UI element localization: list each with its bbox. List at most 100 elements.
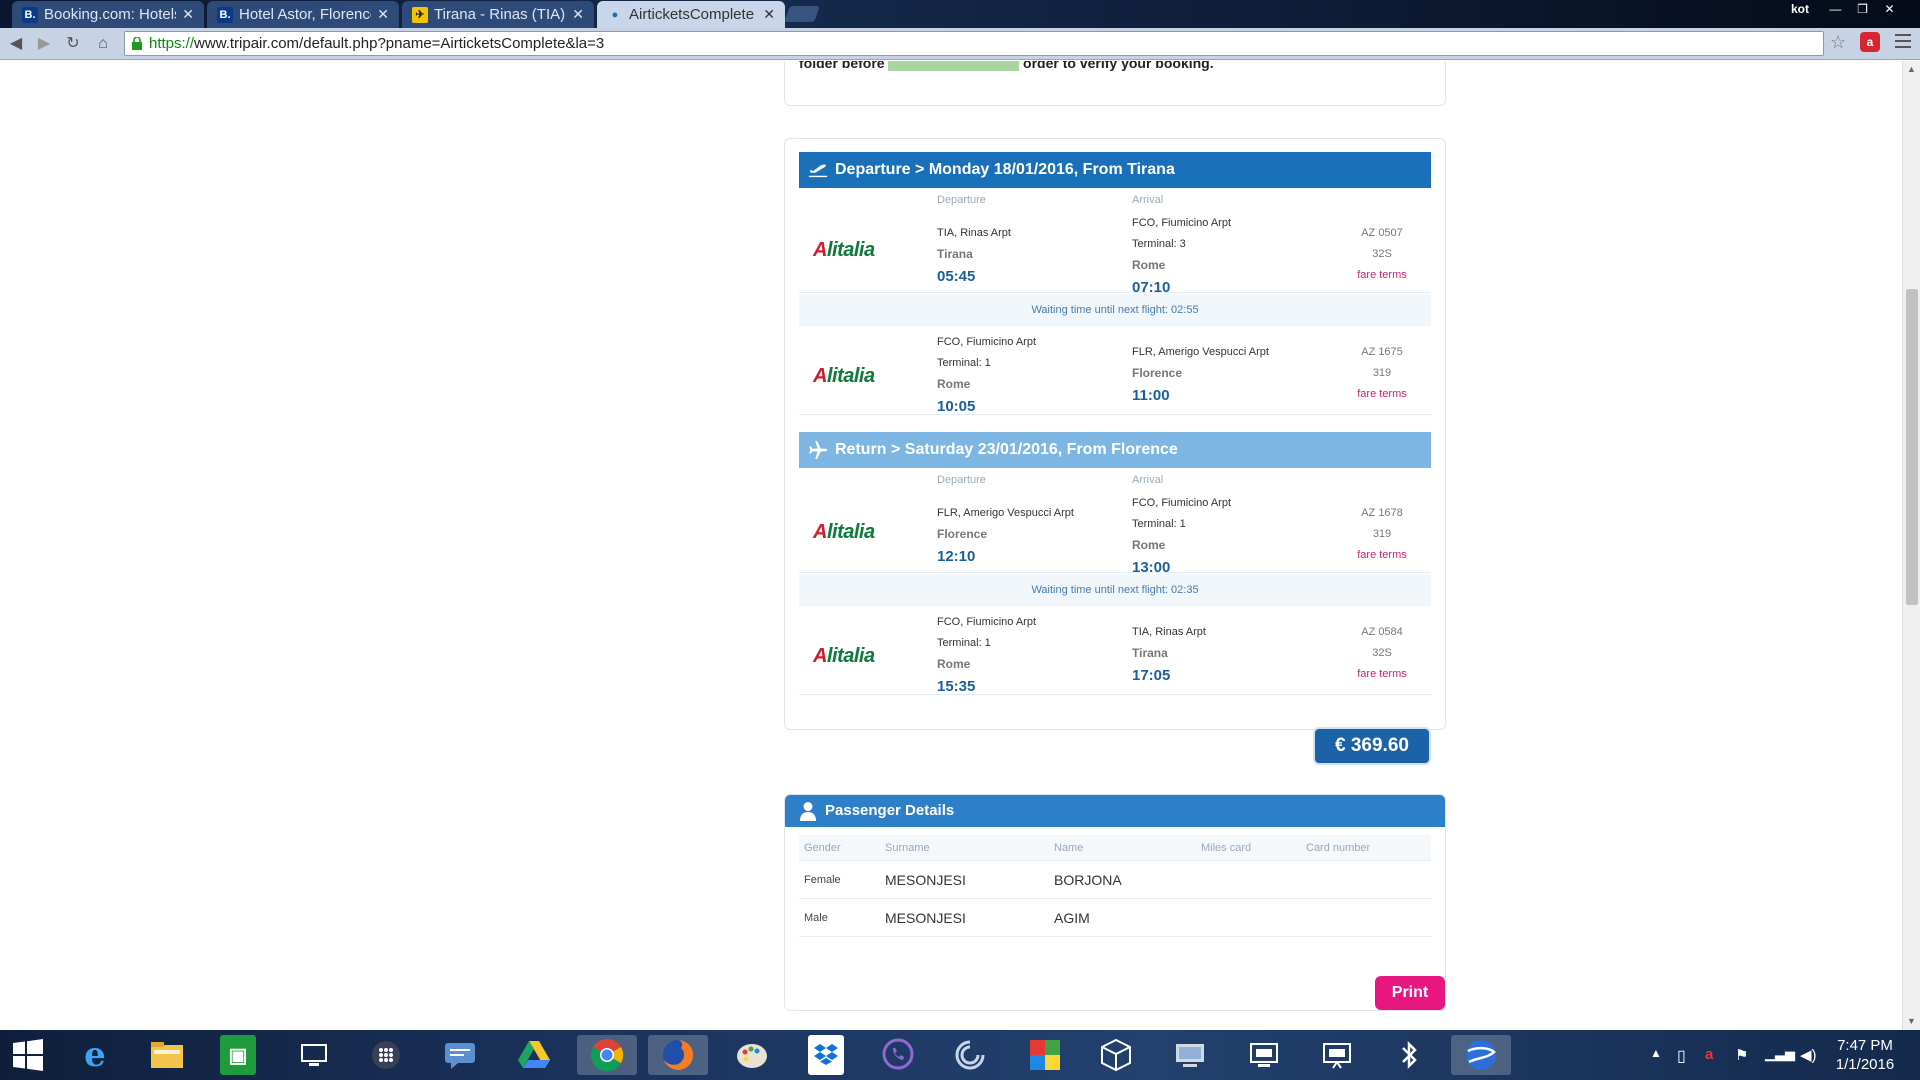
alitalia-logo: Alitalia [813, 239, 875, 261]
internet-explorer-icon[interactable]: e [75, 1035, 115, 1075]
close-window-icon[interactable]: ✕ [1876, 0, 1903, 18]
presentation-icon[interactable] [1317, 1035, 1357, 1075]
close-icon[interactable]: ✕ [763, 6, 775, 23]
clock-time: 7:47 PM [1837, 1037, 1893, 1054]
close-icon[interactable]: ✕ [182, 6, 194, 23]
globe-icon[interactable] [1451, 1035, 1511, 1075]
departure-airport: TIA, Rinas Arpt [937, 227, 1011, 239]
tab-booking[interactable]: B. Booking.com: Hotels ✕ [12, 1, 204, 28]
url-text: www.tripair.com/default.php?pname=Airtic… [194, 35, 605, 52]
file-explorer-icon[interactable] [147, 1035, 187, 1075]
bookmark-star-icon[interactable]: ☆ [1830, 32, 1846, 53]
notice-text-after: order to verify your booking. [1023, 61, 1214, 71]
arrival-city: Rome [1132, 538, 1166, 552]
arrival-time: 11:00 [1132, 387, 1170, 404]
browser-toolbar: ◀ ▶ ↻ ⌂ https://www.tripair.com/default.… [0, 28, 1920, 60]
home-icon[interactable]: ⌂ [93, 34, 113, 54]
scrollbar-thumb[interactable] [1906, 289, 1918, 605]
passenger-name: BORJONA [1054, 872, 1122, 888]
profile-name[interactable]: kot [1788, 0, 1812, 18]
show-hidden-icons[interactable]: ▲ [1650, 1046, 1662, 1060]
table-header: Gender Surname Name Miles card Card numb… [799, 835, 1431, 861]
forward-icon[interactable]: ▶ [34, 34, 54, 54]
flight-segment: Alitalia TIA, Rinas Arpt Tirana 05:45 FC… [799, 209, 1431, 296]
fare-terms-link[interactable]: fare terms [1347, 549, 1417, 561]
address-bar[interactable]: https://www.tripair.com/default.php?pnam… [124, 31, 1824, 56]
fare-terms-link[interactable]: fare terms [1347, 388, 1417, 400]
column-gender: Gender [804, 842, 841, 854]
store-icon[interactable]: ▣ [220, 1035, 256, 1075]
minimize-icon[interactable]: — [1822, 0, 1849, 18]
tab-label: Booking.com: Hotels [44, 6, 177, 23]
title-bar: B. Booking.com: Hotels ✕ B. Hotel Astor,… [0, 0, 1920, 28]
waiting-time: Waiting time until next flight: 02:35 [799, 574, 1431, 606]
new-tab-button[interactable] [784, 6, 820, 22]
alitalia-logo: Alitalia [813, 521, 875, 543]
aircraft-type: 319 [1372, 367, 1392, 379]
return-header: Return > Saturday 23/01/2016, From Flore… [799, 432, 1431, 468]
passenger-surname: MESONJESI [885, 872, 966, 888]
departure-time: 12:10 [937, 548, 976, 565]
flight-number: AZ 0584 [1361, 626, 1403, 638]
departure-header: Departure > Monday 18/01/2016, From Tira… [799, 152, 1431, 188]
dropbox-icon[interactable] [808, 1035, 844, 1075]
virtualbox-icon[interactable] [1096, 1035, 1136, 1075]
url-scheme: https:// [149, 35, 195, 52]
volume-icon[interactable]: ◀) [1800, 1046, 1817, 1064]
windows-start-icon[interactable] [8, 1035, 48, 1075]
avira-extension-icon[interactable]: a [1860, 32, 1880, 52]
signal-icon[interactable]: ▁▃▅ [1765, 1046, 1795, 1062]
passenger-table: Gender Surname Name Miles card Card numb… [799, 835, 1431, 937]
departure-airport: FLR, Amerigo Vespucci Arpt [937, 507, 1074, 519]
network-icon[interactable] [1170, 1035, 1210, 1075]
firefox-icon[interactable] [648, 1035, 708, 1075]
close-icon[interactable]: ✕ [572, 6, 584, 23]
arrival-time: 17:05 [1132, 667, 1171, 684]
bluetooth-icon[interactable] [1389, 1035, 1429, 1075]
monitor-icon[interactable] [1244, 1035, 1284, 1075]
fare-terms-link[interactable]: fare terms [1347, 668, 1417, 680]
arrival-city: Rome [1132, 258, 1166, 272]
menu-icon[interactable] [1895, 34, 1911, 50]
flight-segment: Alitalia FLR, Amerigo Vespucci Arpt Flor… [799, 489, 1431, 576]
column-miles-card: Miles card [1201, 842, 1252, 854]
remote-desktop-icon[interactable] [294, 1035, 334, 1075]
restore-icon[interactable]: ❐ [1849, 0, 1876, 18]
paint-icon[interactable] [732, 1035, 772, 1075]
reload-icon[interactable]: ↻ [63, 34, 83, 54]
back-icon[interactable]: ◀ [6, 34, 26, 54]
system-clock[interactable]: 7:47 PM 1/1/2016 [1825, 1036, 1905, 1074]
chrome-icon[interactable] [577, 1035, 637, 1075]
notice-text: folder before contacting tripair in orde… [799, 61, 1214, 71]
passenger-name: AGIM [1054, 910, 1090, 926]
battery-icon[interactable]: ▯ [1677, 1046, 1686, 1066]
passenger-details-card: Passenger Details Gender Surname Name Mi… [784, 794, 1446, 1011]
tab-tirana-rinas[interactable]: ✈ Tirana - Rinas (TIA) - ✕ [402, 1, 594, 28]
office-icon[interactable] [1025, 1035, 1065, 1075]
flight-segment: Alitalia FCO, Fiumicino Arpt Terminal: 1… [799, 607, 1431, 695]
arrival-city: Florence [1132, 366, 1183, 380]
departure-time: 15:35 [937, 678, 976, 695]
tab-airtickets-complete[interactable]: ● AirticketsComplete ✕ [597, 1, 785, 28]
google-drive-icon[interactable] [514, 1035, 554, 1075]
flag-icon[interactable]: ⚑ [1735, 1046, 1748, 1064]
app-grid-icon[interactable] [366, 1035, 406, 1075]
close-icon[interactable]: ✕ [377, 6, 389, 23]
fare-terms-link[interactable]: fare terms [1347, 269, 1417, 281]
page-scrollbar[interactable]: ▲ ▼ [1902, 61, 1920, 1030]
chat-icon[interactable] [440, 1035, 480, 1075]
print-button[interactable]: Print [1375, 976, 1445, 1010]
scroll-down-icon[interactable]: ▼ [1907, 1016, 1916, 1026]
table-row: Female MESONJESI BORJONA [799, 861, 1431, 899]
notice-highlight: contacting tripair in [888, 61, 1020, 71]
app-icon[interactable] [950, 1035, 990, 1075]
scroll-up-icon[interactable]: ▲ [1907, 64, 1916, 74]
departure-header-label: Departure > Monday 18/01/2016, From Tira… [835, 161, 1175, 178]
plane-takeoff-icon [808, 164, 828, 178]
tab-label: Tirana - Rinas (TIA) - [434, 6, 567, 23]
user-icon [800, 802, 816, 821]
avira-tray-icon[interactable]: a [1705, 1046, 1713, 1063]
tab-hotel-astor[interactable]: B. Hotel Astor, Florence ✕ [207, 1, 399, 28]
viber-icon[interactable] [878, 1035, 918, 1075]
departure-time: 10:05 [937, 398, 976, 415]
